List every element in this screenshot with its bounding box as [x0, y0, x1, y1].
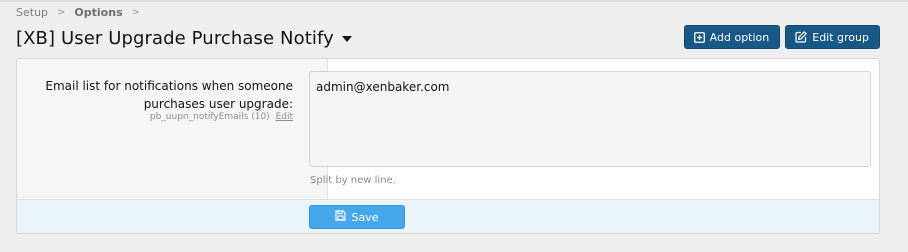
header-actions: Add option Edit group [683, 25, 880, 49]
breadcrumb-setup[interactable]: Setup [16, 6, 48, 19]
edit-icon [795, 31, 808, 43]
option-row: Email list for notifications when someon… [17, 59, 879, 199]
form-footer: Save [17, 199, 879, 233]
dropdown-caret-icon[interactable] [341, 35, 352, 42]
plus-square-icon [693, 31, 705, 43]
top-border [0, 0, 908, 2]
add-option-label: Add option [709, 30, 770, 44]
save-icon [335, 210, 347, 224]
add-option-button[interactable]: Add option [683, 25, 781, 49]
save-button[interactable]: Save [309, 205, 405, 229]
option-label: Email list for notifications when someon… [45, 79, 293, 111]
edit-group-button[interactable]: Edit group [785, 25, 880, 49]
option-id: pb_uupn_notifyEmails (10) [149, 112, 270, 122]
breadcrumb: Setup > Options > [16, 6, 149, 19]
option-label-column: Email list for notifications when someon… [17, 59, 328, 199]
page-title: [XB] User Upgrade Purchase Notify [16, 28, 334, 49]
option-hint: pb_uupn_notifyEmails (10) Edit [150, 112, 293, 122]
notify-emails-textarea[interactable]: admin@xenbaker.com [309, 71, 871, 167]
chevron-right-icon: > [131, 7, 141, 18]
option-panel: Email list for notifications when someon… [16, 58, 880, 234]
option-edit-link[interactable]: Edit [276, 112, 293, 122]
edit-group-label: Edit group [812, 30, 869, 44]
title-row: [XB] User Upgrade Purchase Notify [16, 28, 352, 49]
save-label: Save [351, 210, 379, 224]
option-explain: Split by new line. [310, 175, 396, 186]
breadcrumb-options[interactable]: Options [74, 6, 122, 19]
chevron-right-icon: > [57, 7, 66, 18]
